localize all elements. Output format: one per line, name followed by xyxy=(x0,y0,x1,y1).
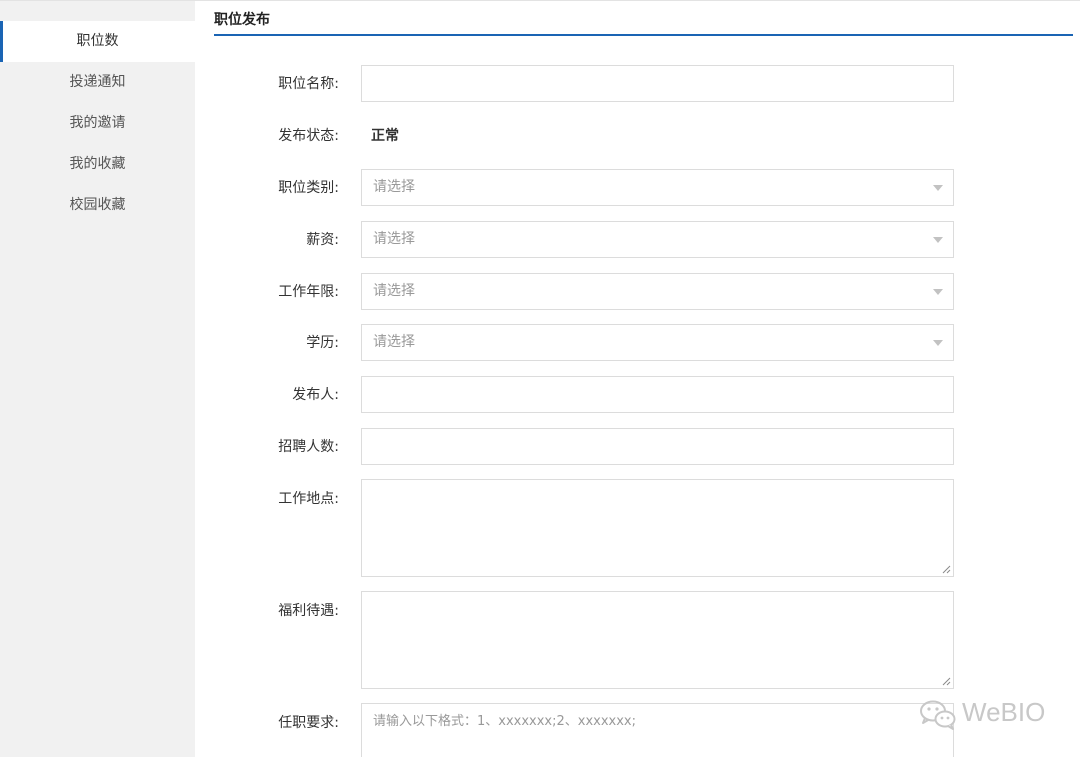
sidebar-item-label: 职位数 xyxy=(76,33,119,49)
job-name-label: 职位名称: xyxy=(278,76,339,92)
wechat-icon xyxy=(920,700,956,730)
resize-grip-icon[interactable] xyxy=(942,677,951,686)
watermark: WeBIO xyxy=(918,694,1058,734)
sidebar-item-label: 校园收藏 xyxy=(69,197,126,213)
chevron-down-icon xyxy=(933,237,943,243)
work-location-label: 工作地点: xyxy=(278,491,339,507)
chevron-down-icon xyxy=(933,340,943,346)
headcount-input[interactable] xyxy=(361,428,954,465)
sidebar-item-label: 投递通知 xyxy=(69,74,126,90)
requirements-placeholder: 请输入以下格式：1、xxxxxxx;2、xxxxxxx; xyxy=(373,714,637,729)
chevron-down-icon xyxy=(933,289,943,295)
sidebar-item-label: 我的收藏 xyxy=(69,156,126,172)
benefits-textarea[interactable] xyxy=(361,591,954,689)
work-location-textarea[interactable] xyxy=(361,479,954,577)
watermark-text: WeBIO xyxy=(962,697,1046,727)
salary-label: 薪资: xyxy=(306,232,339,248)
headcount-label: 招聘人数: xyxy=(278,439,339,455)
requirements-textarea[interactable]: 请输入以下格式：1、xxxxxxx;2、xxxxxxx; xyxy=(361,703,954,757)
job-category-selected-text: 请选择 xyxy=(373,179,415,195)
work-years-label: 工作年限: xyxy=(278,284,339,300)
job-category-select[interactable]: 请选择 xyxy=(361,169,954,206)
active-indicator xyxy=(0,21,3,62)
salary-selected-text: 请选择 xyxy=(373,231,415,247)
salary-select[interactable]: 请选择 xyxy=(361,221,954,258)
job-category-label: 职位类别: xyxy=(278,180,339,196)
education-label: 学历: xyxy=(306,335,339,351)
work-years-selected-text: 请选择 xyxy=(373,283,415,299)
publisher-label: 发布人: xyxy=(292,387,339,403)
page-title: 职位发布 xyxy=(214,12,270,28)
sidebar-item-my-favorites[interactable]: 我的收藏 xyxy=(0,144,195,185)
publisher-input[interactable] xyxy=(361,376,954,413)
resize-grip-icon[interactable] xyxy=(942,565,951,574)
sidebar-item-label: 我的邀请 xyxy=(69,115,126,131)
sidebar: 职位数 投递通知 我的邀请 我的收藏 校园收藏 xyxy=(0,1,195,757)
sidebar-item-job-count[interactable]: 职位数 xyxy=(0,21,195,62)
requirements-label: 任职要求: xyxy=(278,715,339,731)
job-name-input[interactable] xyxy=(361,65,954,102)
publish-status-value: 正常 xyxy=(371,128,399,144)
education-select[interactable]: 请选择 xyxy=(361,324,954,361)
sidebar-item-my-invitations[interactable]: 我的邀请 xyxy=(0,103,195,144)
publish-status-label: 发布状态: xyxy=(278,128,339,144)
page: 职位数 投递通知 我的邀请 我的收藏 校园收藏 职位发布 职位名称: 发布状态:… xyxy=(0,0,1080,757)
title-underline xyxy=(214,34,1073,36)
sidebar-item-delivery-notice[interactable]: 投递通知 xyxy=(0,62,195,103)
education-selected-text: 请选择 xyxy=(373,334,415,350)
chevron-down-icon xyxy=(933,185,943,191)
benefits-label: 福利待遇: xyxy=(278,603,339,619)
sidebar-item-campus-favorites[interactable]: 校园收藏 xyxy=(0,185,195,226)
work-years-select[interactable]: 请选择 xyxy=(361,273,954,310)
